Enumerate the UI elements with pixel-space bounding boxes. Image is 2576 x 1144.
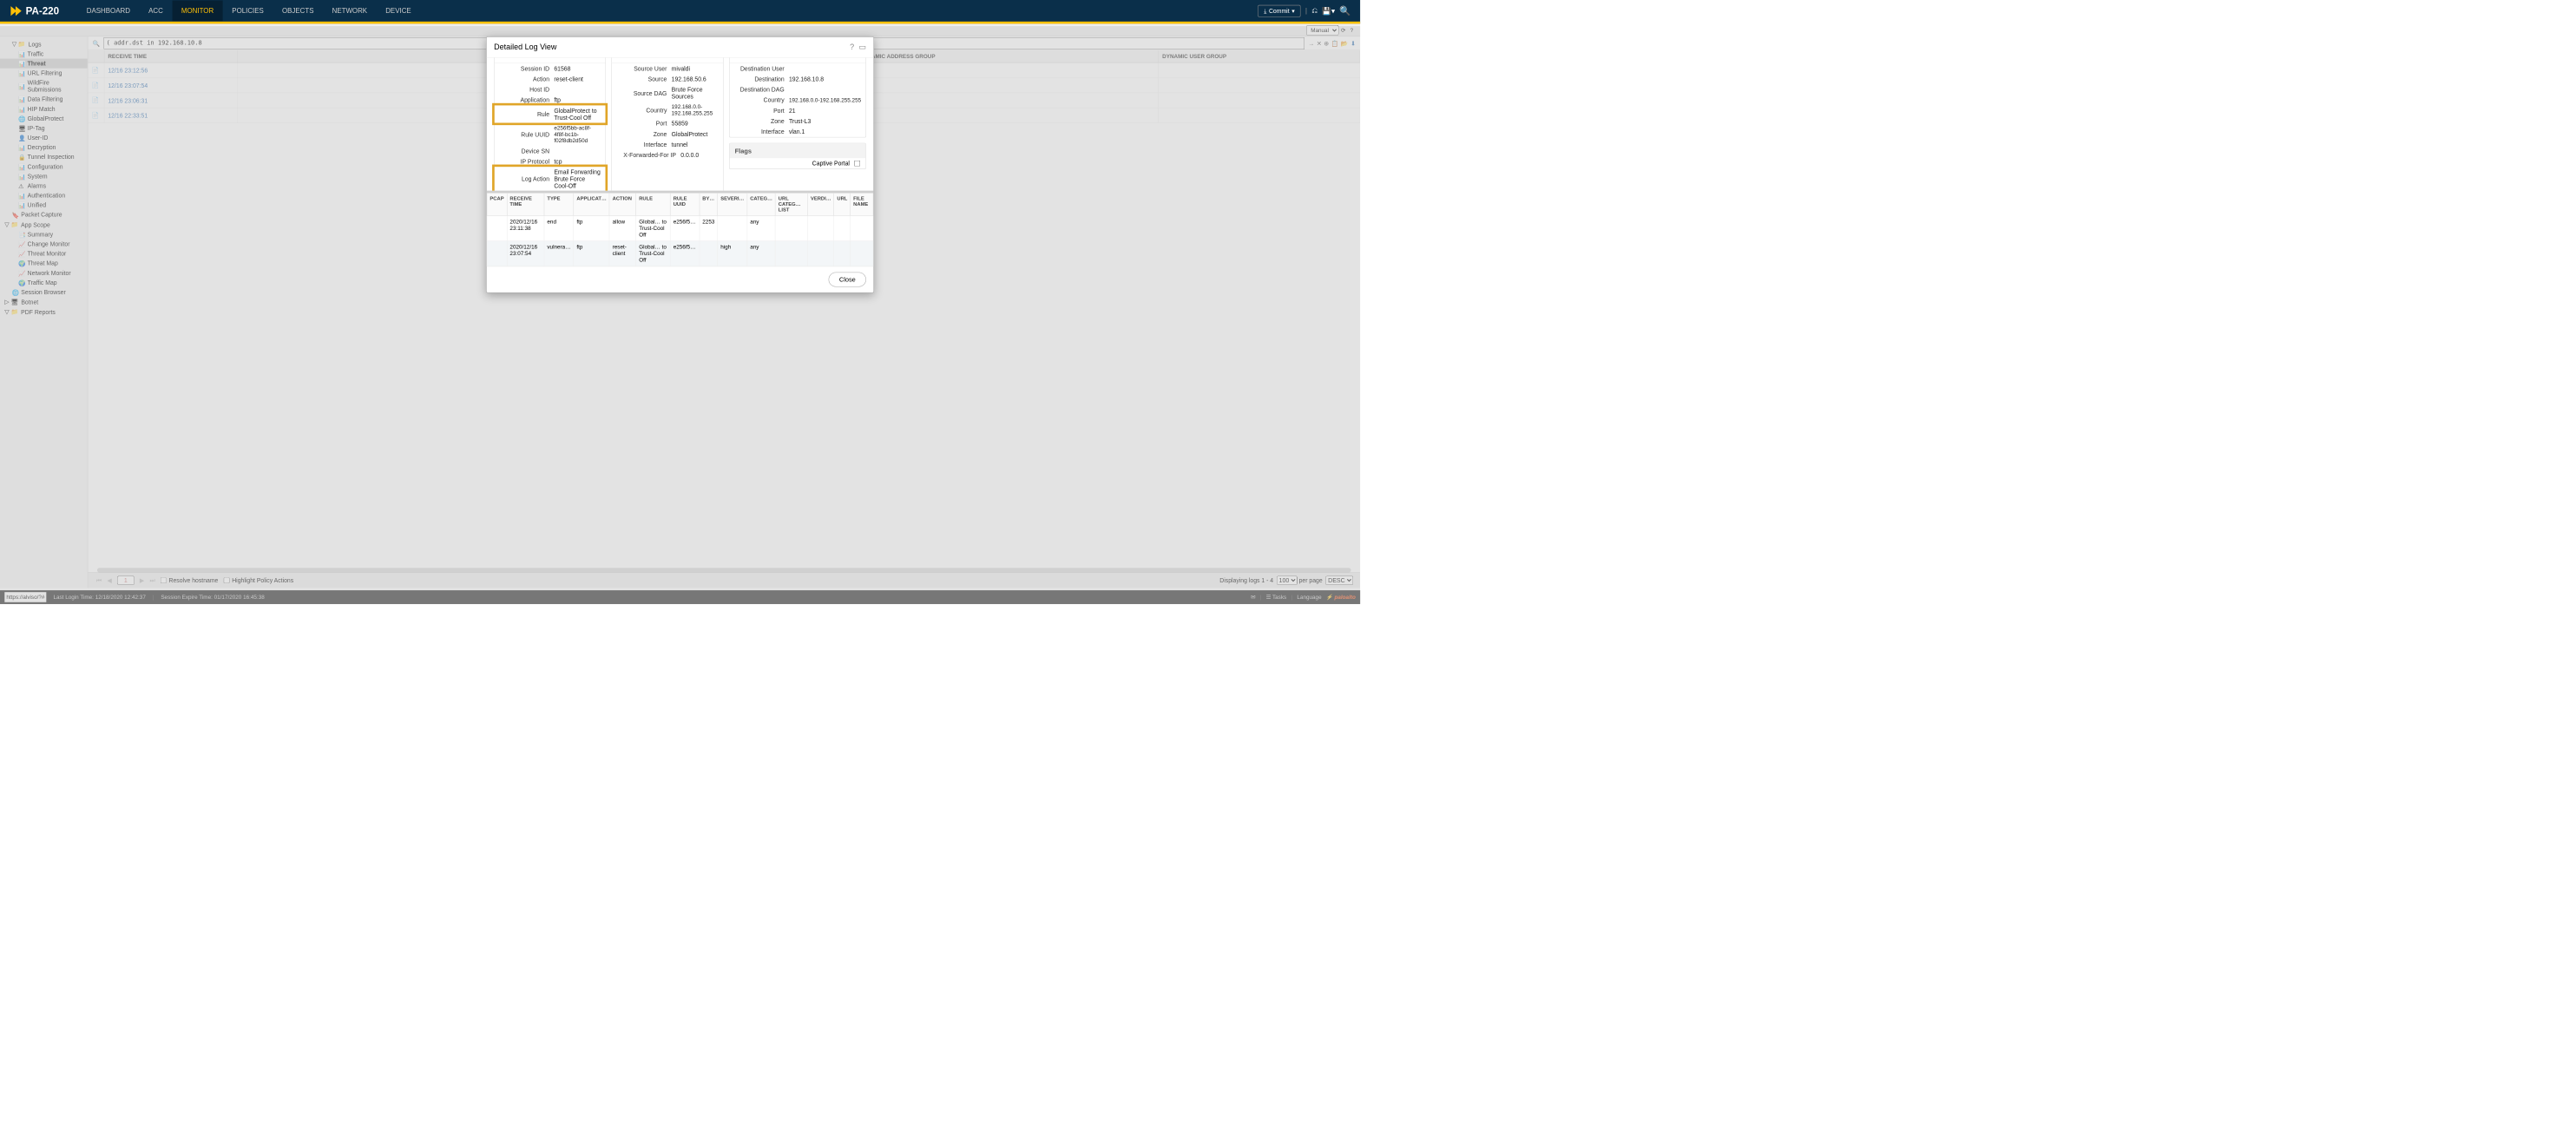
flag-captive-checkbox[interactable]	[854, 161, 860, 167]
src-addr-value: 192.168.50.6	[672, 76, 719, 82]
header-actions: ⤓ Commit ▾ | ⎌ 💾▾ 🔍	[1258, 5, 1350, 17]
save-icon[interactable]: 💾▾	[1322, 6, 1335, 16]
modal-window-icon[interactable]: ▭	[858, 43, 865, 52]
log-action-row-highlight: Log ActionEmail Forwarding Brute Force C…	[495, 167, 606, 190]
flags-title: Flags	[729, 143, 865, 158]
src-user-value: mivaldi	[672, 65, 719, 72]
logo: PA-220	[10, 4, 60, 17]
src-iface-value: tunnel	[672, 141, 719, 148]
tab-monitor[interactable]: MONITOR	[172, 1, 222, 22]
dst-addr-value: 192.168.10.8	[789, 76, 861, 82]
rule-uuid-value: e256f5bb-ac8f-4f8f-bc1b-f02f8db2d50d	[554, 125, 601, 144]
panel-source: Source Source Usermivaldi Source192.168.…	[611, 58, 723, 191]
brand-mark-icon	[10, 4, 23, 17]
dst-zone-value: Trust-L3	[789, 118, 861, 125]
modal-title: Detailed Log View	[494, 43, 845, 52]
src-port-value: 55859	[672, 120, 719, 127]
modal-body[interactable]: General Session ID61568 Actionreset-clie…	[487, 58, 874, 191]
revert-icon[interactable]: ⎌	[1311, 7, 1318, 16]
modal-log-table[interactable]: PCAPRECEIVE TIMETYPE APPLICAT…ACTIONRULE…	[487, 193, 874, 266]
chevron-down-icon: ▾	[1291, 7, 1294, 14]
modal-help-icon[interactable]: ?	[850, 43, 854, 52]
panel-destination: Destination Destination User Destination…	[729, 58, 866, 138]
panel-flags: Flags Captive Portal	[729, 143, 866, 169]
table-row[interactable]: 2020/12/16 23:11:38endftpallowGlobal… to…	[487, 215, 873, 240]
session-id-value: 61568	[554, 65, 601, 72]
commit-icon: ⤓	[1264, 7, 1266, 14]
modal-footer: Close	[487, 266, 874, 293]
logo-text: PA-220	[26, 5, 60, 17]
main-header: PA-220 DASHBOARD ACC MONITOR POLICIES OB…	[0, 0, 1360, 23]
nav-tabs: DASHBOARD ACC MONITOR POLICIES OBJECTS N…	[77, 1, 1258, 22]
modal-overlay: Detailed Log View ? ▭ General Session ID…	[0, 26, 1360, 604]
application-value: ftp	[554, 96, 601, 103]
rule-row-highlight: RuleGlobalProtect to Trust-Cool Off	[495, 105, 606, 122]
ip-protocol-value: tcp	[554, 158, 601, 165]
modal-header: Detailed Log View ? ▭	[487, 37, 874, 58]
panel-general: General Session ID61568 Actionreset-clie…	[494, 58, 606, 191]
tab-policies[interactable]: POLICIES	[223, 1, 273, 22]
commit-button[interactable]: ⤓ Commit ▾	[1258, 5, 1300, 17]
detailed-log-modal: Detailed Log View ? ▭ General Session ID…	[486, 36, 874, 293]
flag-captive-label: Captive Portal	[735, 160, 855, 167]
table-row[interactable]: 2020/12/16 23:07:54vulnera…ftpreset-clie…	[487, 240, 873, 266]
close-button[interactable]: Close	[829, 273, 866, 287]
src-zone-value: GlobalProtect	[672, 130, 719, 137]
src-dag-value: Brute Force Sources	[672, 86, 719, 100]
rule-value: GlobalProtect to Trust-Cool Off	[554, 108, 601, 122]
tab-network[interactable]: NETWORK	[323, 1, 377, 22]
src-country-value: 192.168.0.0-192.168.255.255	[672, 103, 719, 116]
search-icon[interactable]: 🔍	[1339, 5, 1350, 16]
dst-country-value: 192.168.0.0-192.168.255.255	[789, 97, 861, 103]
dst-iface-value: vlan.1	[789, 128, 861, 135]
action-value: reset-client	[554, 76, 601, 82]
tab-device[interactable]: DEVICE	[377, 1, 421, 22]
tab-objects[interactable]: OBJECTS	[273, 1, 323, 22]
dst-port-value: 21	[789, 108, 861, 115]
commit-label: Commit	[1269, 7, 1290, 14]
src-xff-value: 0.0.0.0	[680, 152, 718, 159]
tab-dashboard[interactable]: DASHBOARD	[77, 1, 139, 22]
log-action-value: Email Forwarding Brute Force Cool-Off	[554, 168, 601, 189]
tab-acc[interactable]: ACC	[140, 1, 173, 22]
